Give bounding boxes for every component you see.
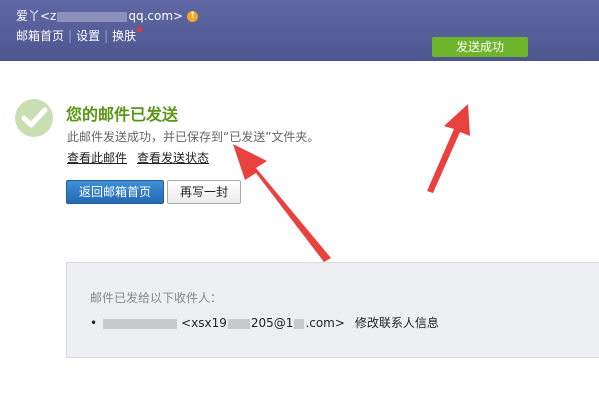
account-email-suffix: qq.com> (128, 9, 184, 23)
nav-divider: | (68, 29, 73, 43)
list-bullet: • (90, 316, 98, 330)
nav-settings[interactable]: 设置 (76, 29, 100, 43)
write-again-button[interactable]: 再写一封 (167, 180, 241, 204)
recipient-address: <xsx19 (181, 316, 227, 330)
recipient-address-end: .com> (305, 316, 345, 330)
recipient-item: • <xsx19 205@1 .com> 修改联系人信息 (90, 314, 439, 331)
recipient-address-middle: 205@1 (250, 316, 294, 330)
view-status-link[interactable]: 查看发送状态 (137, 151, 209, 165)
new-indicator-dot (137, 27, 143, 32)
send-success-badge: 发送成功 (432, 37, 528, 57)
recipients-label: 邮件已发给以下收件人： (90, 291, 223, 305)
annotation-arrow-left (233, 144, 331, 262)
top-header: 爱丫<z qq.com>! 邮箱首页 | 设置 | 换肤 发送成功 (0, 0, 599, 61)
redacted-region (103, 318, 178, 329)
redacted-region (227, 318, 250, 329)
account-email-prefix: 爱丫<z (16, 9, 57, 23)
view-mail-link[interactable]: 查看此邮件 (67, 151, 127, 165)
warning-icon[interactable]: ! (187, 11, 199, 22)
redacted-region (294, 318, 305, 329)
action-links: 查看此邮件 查看发送状态 (67, 149, 219, 166)
page-title: 您的邮件已发送 (66, 105, 179, 124)
nav-mail-home[interactable]: 邮箱首页 (16, 29, 64, 43)
redacted-region (57, 11, 128, 22)
top-nav: 邮箱首页 | 设置 | 换肤 (16, 27, 143, 44)
annotation-arrow-right (427, 104, 470, 193)
success-description: 此邮件发送成功，并已保存到“已发送”文件夹。 (67, 130, 320, 144)
success-check-icon (15, 99, 53, 137)
edit-contact-link[interactable]: 修改联系人信息 (355, 316, 439, 330)
back-to-home-button[interactable]: 返回邮箱首页 (66, 180, 164, 204)
nav-change-skin[interactable]: 换肤 (112, 29, 136, 43)
recipients-panel: 邮件已发给以下收件人： • <xsx19 205@1 .com> 修改联系人信息 (66, 262, 599, 358)
nav-divider: | (104, 29, 109, 43)
account-email: 爱丫<z qq.com>! (16, 7, 199, 24)
